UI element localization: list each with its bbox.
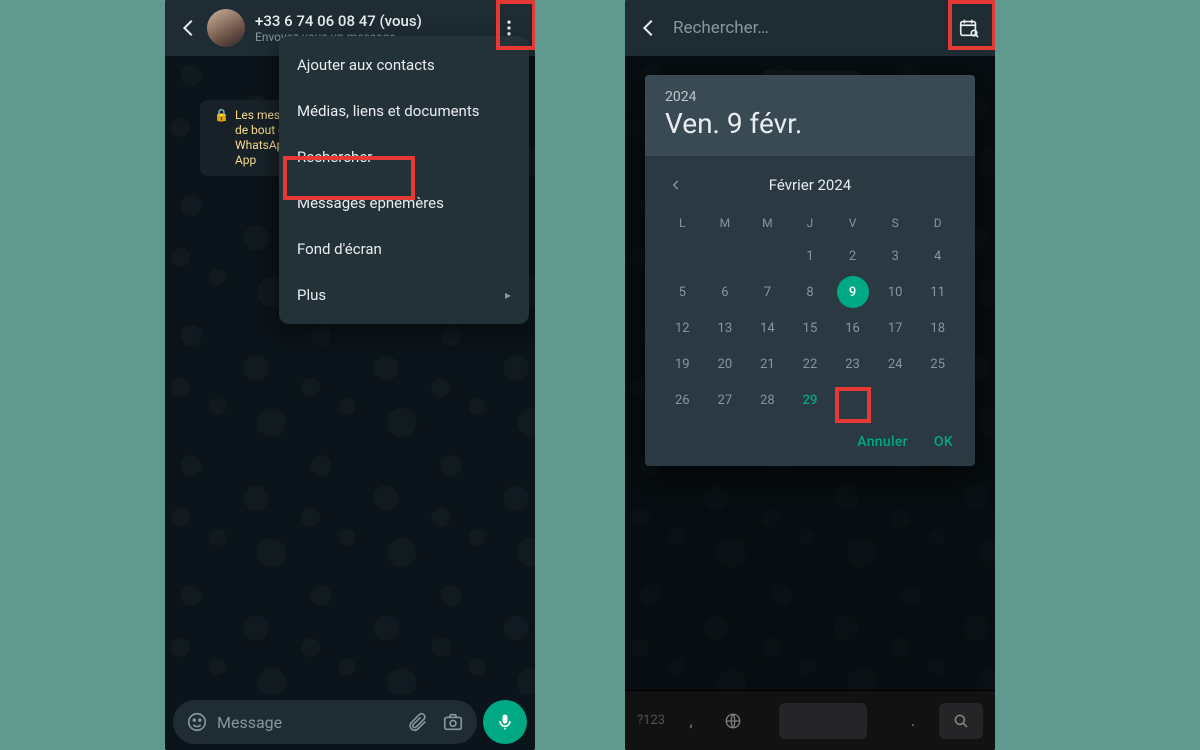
day-20[interactable]: 20 <box>709 348 741 380</box>
dow-label: D <box>916 210 959 236</box>
message-input[interactable]: Message <box>217 713 397 732</box>
dow-label: L <box>661 210 704 236</box>
day-22[interactable]: 22 <box>794 348 826 380</box>
menu-media[interactable]: Médias, liens et documents <box>279 88 529 134</box>
search-header: Rechercher… <box>625 0 995 56</box>
phone-right: Rechercher… 12 février 2024 🔒 Les messag… <box>625 0 995 750</box>
menu-add-contacts[interactable]: Ajouter aux contacts <box>279 42 529 88</box>
day-18[interactable]: 18 <box>922 312 954 344</box>
selected-date-label[interactable]: Ven. 9 févr. <box>665 107 955 140</box>
day-5[interactable]: 5 <box>666 276 698 308</box>
overflow-menu: Ajouter aux contacts Médias, liens et do… <box>279 36 529 324</box>
ok-button[interactable]: OK <box>934 434 953 450</box>
menu-ephemeral[interactable]: Messages éphémères <box>279 180 529 226</box>
back-button[interactable] <box>631 10 667 46</box>
menu-more[interactable]: Plus▸ <box>279 272 529 318</box>
attach-icon[interactable] <box>401 706 433 738</box>
day-11[interactable]: 11 <box>922 276 954 308</box>
day-9[interactable]: 9 <box>837 276 869 308</box>
month-label: Février 2024 <box>769 176 851 194</box>
day-10[interactable]: 10 <box>879 276 911 308</box>
chevron-right-icon: ▸ <box>505 288 511 302</box>
menu-search[interactable]: Rechercher <box>279 134 529 180</box>
back-button[interactable] <box>171 10 207 46</box>
day-8[interactable]: 8 <box>794 276 826 308</box>
date-picker: 2024 Ven. 9 févr. Février 2024 LMMJVSD..… <box>645 75 975 466</box>
day-3[interactable]: 3 <box>879 240 911 272</box>
composer: Message <box>165 694 535 750</box>
phone-left: +33 6 74 06 08 47 (vous) Envoyez-vous un… <box>165 0 535 750</box>
dow-label: M <box>746 210 789 236</box>
day-1[interactable]: 1 <box>794 240 826 272</box>
contact-name: +33 6 74 06 08 47 (vous) <box>255 12 489 30</box>
day-14[interactable]: 14 <box>751 312 783 344</box>
dow-label: M <box>704 210 747 236</box>
prev-month-button[interactable] <box>669 178 683 192</box>
lock-icon: 🔒 <box>214 108 229 122</box>
day-17[interactable]: 17 <box>879 312 911 344</box>
day-28[interactable]: 28 <box>751 384 783 416</box>
day-12[interactable]: 12 <box>666 312 698 344</box>
mic-button[interactable] <box>483 700 527 744</box>
day-24[interactable]: 24 <box>879 348 911 380</box>
emoji-icon[interactable] <box>181 706 213 738</box>
dow-label: S <box>874 210 917 236</box>
day-16[interactable]: 16 <box>837 312 869 344</box>
camera-icon[interactable] <box>437 706 469 738</box>
day-21[interactable]: 21 <box>751 348 783 380</box>
month-nav: Février 2024 <box>661 168 959 202</box>
day-13[interactable]: 13 <box>709 312 741 344</box>
date-picker-header: 2024 Ven. 9 févr. <box>645 75 975 156</box>
day-15[interactable]: 15 <box>794 312 826 344</box>
cancel-button[interactable]: Annuler <box>857 434 908 450</box>
dow-label: V <box>831 210 874 236</box>
day-19[interactable]: 19 <box>666 348 698 380</box>
menu-wallpaper[interactable]: Fond d'écran <box>279 226 529 272</box>
day-2[interactable]: 2 <box>837 240 869 272</box>
avatar[interactable] <box>207 9 245 47</box>
input-bar[interactable]: Message <box>173 700 477 744</box>
day-7[interactable]: 7 <box>751 276 783 308</box>
dow-label: J <box>789 210 832 236</box>
day-25[interactable]: 25 <box>922 348 954 380</box>
calendar-search-button[interactable] <box>949 8 989 48</box>
calendar-grid: LMMJVSD...123456789101112131415161718192… <box>661 210 959 416</box>
day-26[interactable]: 26 <box>666 384 698 416</box>
day-23[interactable]: 23 <box>837 348 869 380</box>
day-27[interactable]: 27 <box>709 384 741 416</box>
day-6[interactable]: 6 <box>709 276 741 308</box>
year-label[interactable]: 2024 <box>665 89 955 105</box>
search-input[interactable]: Rechercher… <box>667 18 949 38</box>
day-4[interactable]: 4 <box>922 240 954 272</box>
day-29[interactable]: 29 <box>794 384 826 416</box>
